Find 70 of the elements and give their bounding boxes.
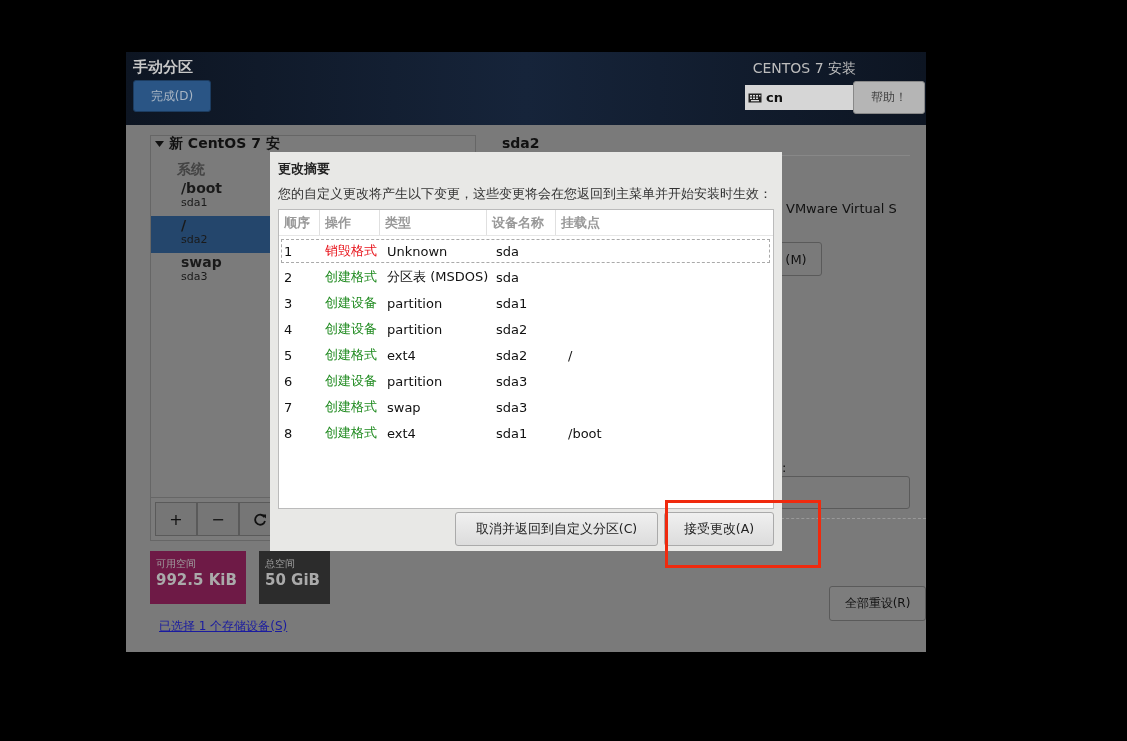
table-cell-text: sda1 xyxy=(495,425,529,441)
table-cell-text: 3 xyxy=(283,295,294,311)
storage-devices-link[interactable]: 已选择 1 个存储设备(S) xyxy=(159,618,288,635)
table-row[interactable]: 7 创建格式 swap sda3 xyxy=(281,395,770,419)
table-cell-text: sda xyxy=(495,269,520,285)
device-name: VMware Virtual S xyxy=(786,201,898,216)
table-row[interactable]: 4 创建设备 partition sda2 xyxy=(281,317,770,341)
table-cell-text: /boot xyxy=(567,425,602,441)
table-cell-text: partition xyxy=(386,295,444,311)
table-cell-text: 创建格式 xyxy=(324,346,378,364)
dialog-button[interactable]: 取消并返回到自定义分区(C) xyxy=(455,512,658,546)
table-cell-text: sda3 xyxy=(495,399,529,415)
table-cell-text: 创建设备 xyxy=(324,294,378,312)
table-cell-text: / xyxy=(567,347,573,363)
table-cell-text: sda xyxy=(495,243,520,259)
table-cell-text: 6 xyxy=(283,373,294,389)
table-cell-text: 7 xyxy=(283,399,294,415)
table-row[interactable]: 8 创建格式 ext4 sda1 /boot xyxy=(281,421,770,445)
table-cell-text: partition xyxy=(386,321,444,337)
table-cell-text: 创建设备 xyxy=(324,320,378,338)
space-label: 可用空间 xyxy=(156,557,197,571)
space-value: 992.5 KiB xyxy=(156,571,238,589)
help-button[interactable]: 帮助！ xyxy=(853,81,925,114)
done-button[interactable]: 完成(D) xyxy=(133,80,211,112)
space-value: 50 GiB xyxy=(265,571,321,589)
table-cell-text: 销毁格式 xyxy=(324,242,378,260)
table-cell-text: 创建格式 xyxy=(324,268,378,286)
table-row[interactable]: 6 创建设备 partition sda3 xyxy=(281,369,770,393)
column-header[interactable]: 设备名称 xyxy=(487,210,556,235)
table-cell-text: sda3 xyxy=(495,373,529,389)
space-label: 总空间 xyxy=(265,557,296,571)
group-label: 系统 xyxy=(177,161,205,179)
table-cell-text: Unknown xyxy=(386,243,449,259)
table-cell-text: sda2 xyxy=(495,347,529,363)
table-cell-text: swap xyxy=(386,399,422,415)
column-header[interactable]: 挂载点 xyxy=(556,210,600,235)
table-cell-text: 1 xyxy=(283,243,294,259)
column-header[interactable]: 顺序 xyxy=(279,210,320,235)
column-header[interactable]: 操作 xyxy=(320,210,380,235)
refresh-icon xyxy=(253,512,267,526)
table-cell-text: 创建格式 xyxy=(324,398,378,416)
table-cell-text: sda1 xyxy=(495,295,529,311)
table-cell-text: 2 xyxy=(283,269,294,285)
dialog-button[interactable]: 接受更改(A) xyxy=(664,512,774,546)
table-row[interactable]: 3 创建设备 partition sda1 xyxy=(281,291,770,315)
dialog-message: 您的自定义更改将产生以下变更，这些变更将会在您返回到主菜单并开始安装时生效： xyxy=(278,186,773,203)
table-cell-text: 分区表 (MSDOS) xyxy=(386,268,490,286)
table-cell-text: 4 xyxy=(283,321,294,337)
table-cell-text: partition xyxy=(386,373,444,389)
table-row[interactable]: 5 创建格式 ext4 sda2 / xyxy=(281,343,770,367)
field-label: : xyxy=(782,463,788,476)
toolbar-button[interactable]: − xyxy=(197,502,239,536)
table-cell-text: 8 xyxy=(283,425,294,441)
table-cell-text: ext4 xyxy=(386,425,417,441)
table-cell-text: 创建设备 xyxy=(324,372,378,390)
column-header[interactable]: 类型 xyxy=(380,210,487,235)
keyboard-layout-field[interactable]: cn xyxy=(745,85,853,110)
table-row[interactable]: 1 销毁格式 Unknown sda xyxy=(281,239,770,263)
installation-header[interactable]: 新 CentOS 7 安 xyxy=(151,136,284,151)
table-cell-text: ext4 xyxy=(386,347,417,363)
table-cell-text: 创建格式 xyxy=(324,424,378,442)
window-title: 手动分区 xyxy=(133,58,193,77)
table-cell-text: 5 xyxy=(283,347,294,363)
toolbar-button[interactable]: + xyxy=(155,502,197,536)
table-row[interactable]: 2 创建格式 分区表 (MSDOS) sda xyxy=(281,265,770,289)
product-title: CENTOS 7 安装 xyxy=(752,60,856,78)
reset-all-button[interactable]: 全部重设(R) xyxy=(829,586,926,621)
keyboard-icon xyxy=(748,92,762,103)
table-cell-text: sda2 xyxy=(495,321,529,337)
dialog-title: 更改摘要 xyxy=(278,160,331,178)
